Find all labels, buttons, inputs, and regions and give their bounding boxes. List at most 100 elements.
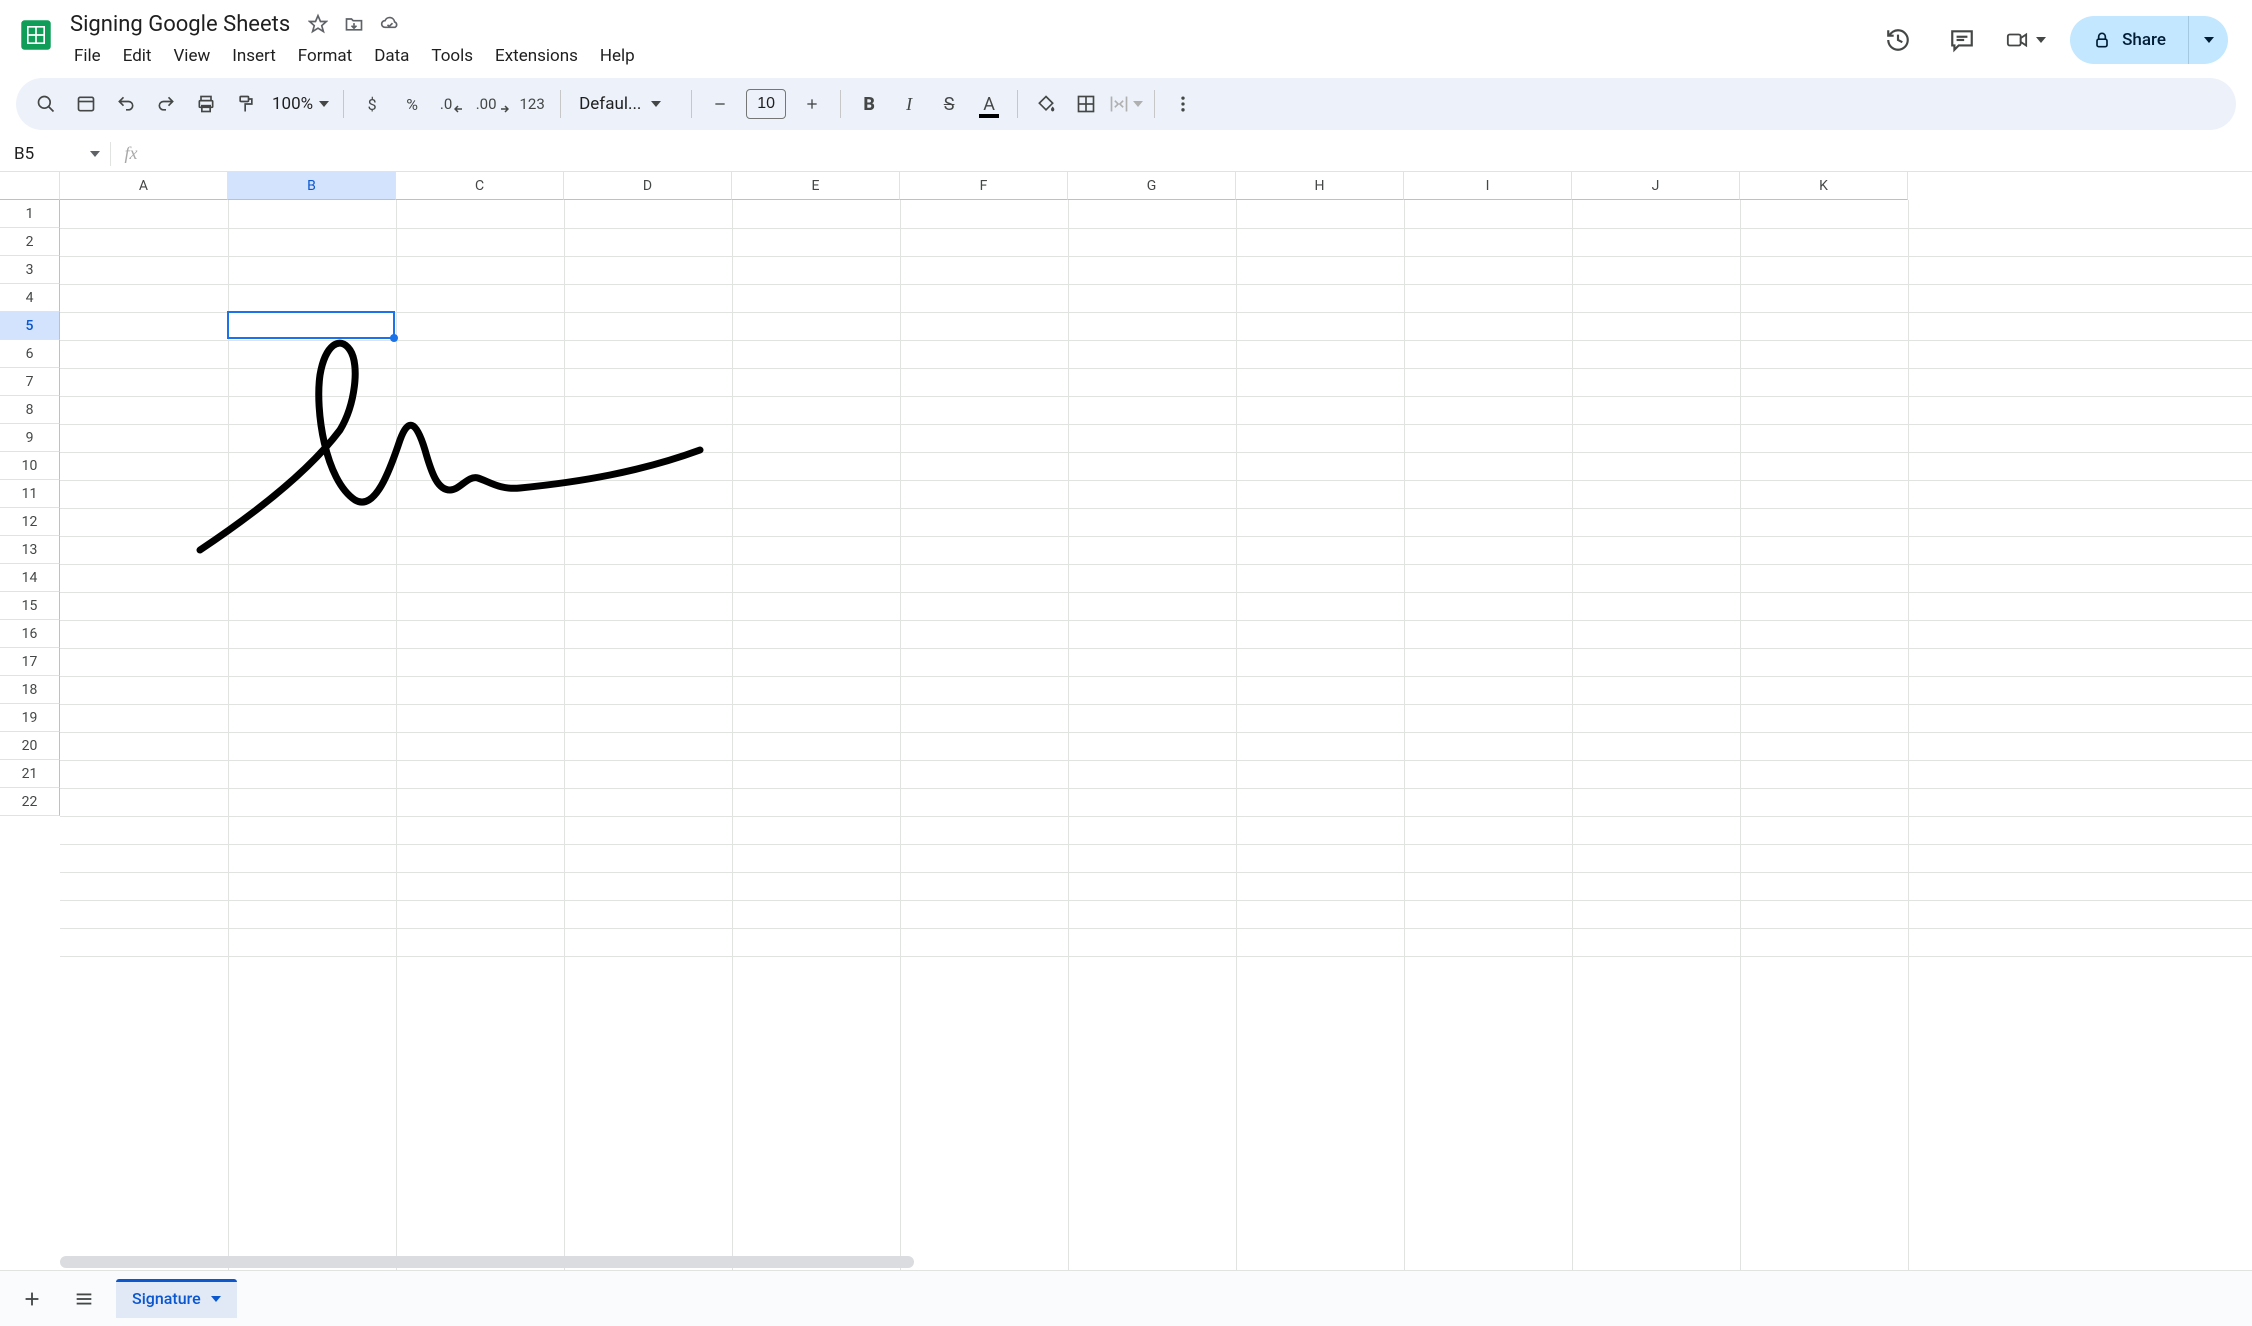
zoom-select[interactable]: 100% [268,94,333,114]
lock-icon [2092,30,2112,50]
add-sheet-button[interactable] [12,1279,52,1319]
row-header-20[interactable]: 20 [0,732,60,760]
cell-selection [227,311,395,339]
col-header-G[interactable]: G [1068,172,1236,200]
col-header-J[interactable]: J [1572,172,1740,200]
history-icon[interactable] [1878,20,1918,60]
formula-input[interactable] [151,136,2252,171]
star-icon[interactable] [308,14,328,34]
share-dropdown[interactable] [2188,16,2228,64]
share-wrap: Share [2070,16,2228,64]
strikethrough-button[interactable]: S [931,86,967,122]
row-header-18[interactable]: 18 [0,676,60,704]
menu-bar: FileEditViewInsertFormatDataToolsExtensi… [64,42,1878,70]
meet-button[interactable] [2006,20,2046,60]
share-label: Share [2122,30,2166,50]
row-header-16[interactable]: 16 [0,620,60,648]
chevron-down-icon [651,101,661,107]
comments-icon[interactable] [1942,20,1982,60]
col-header-F[interactable]: F [900,172,1068,200]
col-header-I[interactable]: I [1404,172,1572,200]
increase-fontsize-icon[interactable] [794,86,830,122]
col-header-E[interactable]: E [732,172,900,200]
col-header-B[interactable]: B [228,172,396,200]
font-select[interactable]: Defaul... [571,94,681,114]
sidepanel-icon[interactable] [68,86,104,122]
row-header-4[interactable]: 4 [0,284,60,312]
menu-tools[interactable]: Tools [421,42,483,70]
chevron-down-icon [2204,37,2214,43]
row-header-15[interactable]: 15 [0,592,60,620]
undo-icon[interactable] [108,86,144,122]
decrease-decimal-icon[interactable]: .0 [434,86,470,122]
spreadsheet-grid[interactable]: ABCDEFGHIJK 1234567891011121314151617181… [0,172,2252,1270]
menu-view[interactable]: View [163,42,220,70]
font-name: Defaul... [579,94,641,114]
row-header-2[interactable]: 2 [0,228,60,256]
row-header-19[interactable]: 19 [0,704,60,732]
row-header-5[interactable]: 5 [0,312,60,340]
row-header-6[interactable]: 6 [0,340,60,368]
row-header-7[interactable]: 7 [0,368,60,396]
horizontal-scrollbar[interactable] [60,1254,914,1270]
zoom-value: 100% [272,94,313,114]
borders-button[interactable] [1068,86,1104,122]
chevron-down-icon [90,151,100,157]
menu-file[interactable]: File [64,42,111,70]
search-menus-icon[interactable] [28,86,64,122]
currency-button[interactable]: $ [354,86,390,122]
select-all-corner[interactable] [0,172,60,200]
row-header-14[interactable]: 14 [0,564,60,592]
row-header-12[interactable]: 12 [0,508,60,536]
menu-format[interactable]: Format [288,42,362,70]
menu-edit[interactable]: Edit [113,42,162,70]
row-header-17[interactable]: 17 [0,648,60,676]
row-header-1[interactable]: 1 [0,200,60,228]
col-header-K[interactable]: K [1740,172,1908,200]
fill-color-button[interactable] [1028,86,1064,122]
col-header-A[interactable]: A [60,172,228,200]
text-color-button[interactable]: A [971,86,1007,122]
name-box[interactable]: B5 [0,144,110,164]
row-header-9[interactable]: 9 [0,424,60,452]
row-header-8[interactable]: 8 [0,396,60,424]
fill-handle[interactable] [390,334,398,342]
row-header-13[interactable]: 13 [0,536,60,564]
share-button[interactable]: Share [2070,16,2188,64]
redo-icon[interactable] [148,86,184,122]
menu-data[interactable]: Data [364,42,419,70]
chevron-down-icon [319,101,329,107]
sheet-tab-label: Signature [132,1289,201,1308]
col-header-H[interactable]: H [1236,172,1404,200]
row-header-11[interactable]: 11 [0,480,60,508]
italic-button[interactable]: I [891,86,927,122]
header: Signing Google Sheets FileEditViewInsert… [0,0,2252,70]
number-format-button[interactable]: 123 [514,86,550,122]
row-header-22[interactable]: 22 [0,788,60,816]
all-sheets-button[interactable] [64,1279,104,1319]
percent-button[interactable]: % [394,86,430,122]
fontsize-input[interactable] [746,89,786,119]
namebox-value: B5 [14,144,34,164]
menu-insert[interactable]: Insert [222,42,286,70]
row-header-21[interactable]: 21 [0,760,60,788]
more-toolbar-icon[interactable] [1165,86,1201,122]
move-icon[interactable] [344,14,364,34]
sheets-logo[interactable] [16,8,56,62]
bold-button[interactable]: B [851,86,887,122]
doc-title[interactable]: Signing Google Sheets [64,10,296,39]
decrease-fontsize-icon[interactable] [702,86,738,122]
menu-help[interactable]: Help [590,42,645,70]
sheet-tab-active[interactable]: Signature [116,1279,237,1318]
col-header-D[interactable]: D [564,172,732,200]
print-icon[interactable] [188,86,224,122]
menu-extensions[interactable]: Extensions [485,42,588,70]
col-header-C[interactable]: C [396,172,564,200]
cloud-saved-icon[interactable] [380,14,400,34]
paint-format-icon[interactable] [228,86,264,122]
row-header-10[interactable]: 10 [0,452,60,480]
increase-decimal-icon[interactable]: .00 [474,86,510,122]
row-header-3[interactable]: 3 [0,256,60,284]
toolbar: 100% $ % .0 .00 123 Defaul... B I S [16,78,2236,130]
merge-button[interactable] [1108,86,1144,122]
